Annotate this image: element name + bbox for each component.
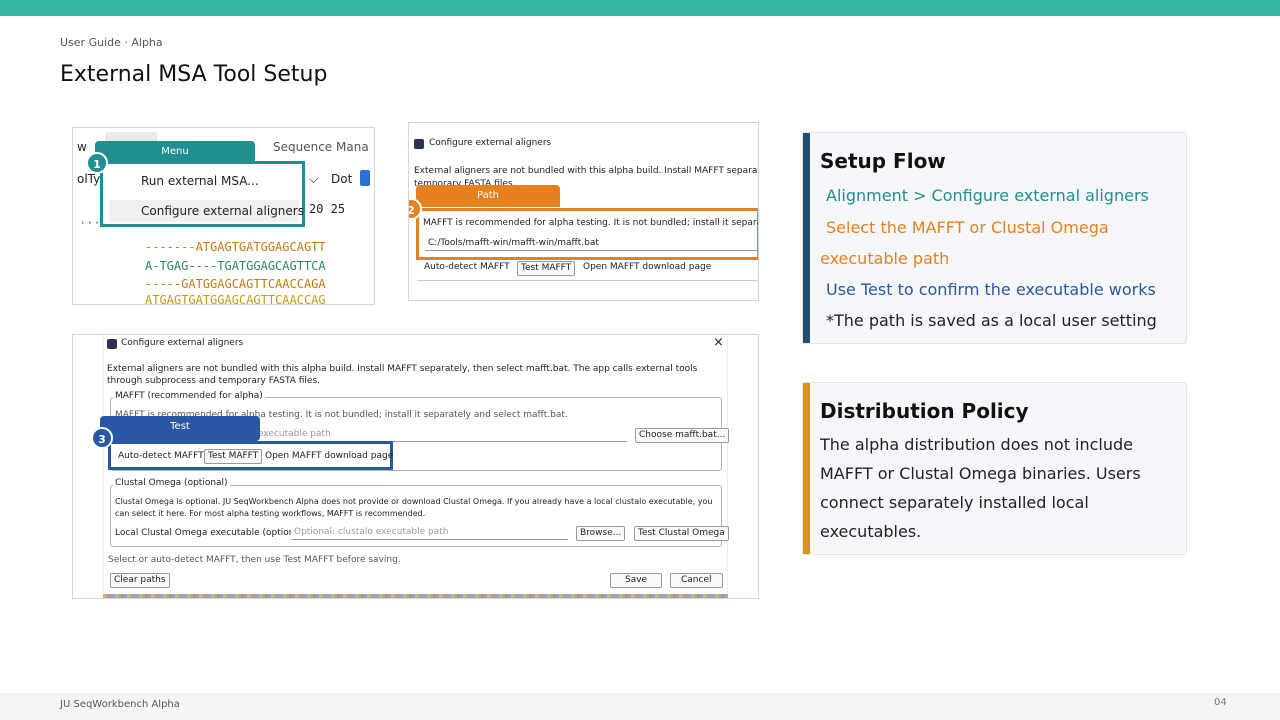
- app-icon: [414, 139, 424, 149]
- test-tag: Test: [100, 416, 260, 441]
- clear-paths-button[interactable]: Clear paths: [110, 573, 170, 588]
- mafft-group-label: MAFFT (recommended for alpha): [113, 391, 265, 401]
- step-number-badge: 1: [86, 152, 108, 174]
- clustal-group-label: Clustal Omega (optional): [113, 478, 230, 488]
- footer-bar: [0, 693, 1280, 720]
- menu-tag: Menu: [95, 141, 255, 163]
- sequence-strip: [103, 594, 728, 598]
- menu-item-run-msa[interactable]: Run external MSA...: [141, 174, 259, 188]
- dot-label: Dot: [331, 172, 353, 186]
- clustal-path-input[interactable]: Optional: clustalo executable path: [291, 526, 568, 540]
- divider: [417, 280, 758, 281]
- dialog-screenshot: Configure external aligners × External a…: [72, 334, 759, 599]
- description: External aligners are not bundled with t…: [414, 166, 759, 176]
- app-icon: [107, 339, 117, 349]
- window-title: Configure external aligners: [121, 338, 244, 348]
- test-mafft-button[interactable]: Test MAFFT: [517, 261, 576, 276]
- auto-detect-mafft-button[interactable]: Auto-detect MAFFT: [118, 451, 204, 461]
- auto-detect-mafft-button[interactable]: Auto-detect MAFFT: [424, 262, 510, 272]
- page-title: External MSA Tool Setup: [60, 62, 328, 87]
- menu-dropdown: Run external MSA... Configure external a…: [100, 161, 305, 227]
- footer-app-name: JU SeqWorkbench Alpha: [60, 699, 180, 710]
- sequence-row: A-TGAG----TGATGGAGCAGTTCA: [145, 259, 326, 273]
- setup-step-3: Use Test to confirm the executable works: [826, 280, 1156, 299]
- page-number: 04: [1214, 697, 1227, 708]
- menu-screenshot: w Sequence Mana olTyp ⌵ Dot 20 25 ······…: [72, 127, 375, 305]
- mafft-path-input[interactable]: executable path: [255, 428, 627, 442]
- setup-step-2-cont: executable path: [820, 249, 950, 268]
- path-highlight: MAFFT is recommended for alpha testing. …: [416, 208, 759, 260]
- clustal-label: Local Clustal Omega executable (optional…: [115, 528, 310, 538]
- setup-step-2: Select the MAFFT or Clustal Omega: [826, 218, 1109, 237]
- description: External aligners are not bundled with t…: [107, 364, 698, 386]
- policy-text: The alpha distribution does not include …: [820, 435, 1141, 541]
- cancel-button[interactable]: Cancel: [670, 573, 723, 588]
- step-number-badge: 3: [91, 427, 113, 449]
- close-icon[interactable]: ×: [713, 335, 724, 350]
- guide-label: User Guide · Alpha: [60, 36, 163, 49]
- chevron-down-icon[interactable]: ⌵: [309, 172, 318, 187]
- open-mafft-download-button[interactable]: Open MAFFT download page: [265, 451, 393, 461]
- hint-text: Select or auto-detect MAFFT, then use Te…: [108, 555, 401, 565]
- clustal-description: Clustal Omega is optional. JU SeqWorkben…: [115, 497, 713, 506]
- window-title: Configure external aligners: [429, 138, 552, 148]
- path-screenshot: Configure external aligners External ali…: [408, 122, 759, 301]
- test-clustal-button[interactable]: Test Clustal Omega: [634, 526, 729, 541]
- panel-accent-bar: [803, 133, 810, 343]
- top-accent-bar: [0, 0, 1280, 16]
- save-button[interactable]: Save: [610, 573, 663, 588]
- menu-item-configure-aligners[interactable]: Configure external aligners: [141, 204, 304, 218]
- browse-button[interactable]: Browse...: [576, 526, 626, 541]
- mafft-note: MAFFT is recommended for alpha testing. …: [423, 218, 759, 228]
- distribution-policy-panel: Distribution Policy The alpha distributi…: [802, 382, 1187, 555]
- setup-step-1: Alignment > Configure external aligners: [826, 186, 1149, 205]
- sequence-row: -------ATGAGTGATGGAGCAGTT: [145, 240, 326, 254]
- sequence-row: -----GATGGAGCAGTTCAACCAGA: [145, 277, 326, 291]
- sequence-row: ATGAGTGATGGAGCAGTTCAACCAG: [145, 293, 326, 305]
- test-mafft-button[interactable]: Test MAFFT: [204, 449, 263, 464]
- mafft-path-input[interactable]: C:/Tools/mafft-win/mafft-win/mafft.bat: [425, 237, 757, 251]
- setup-note: *The path is saved as a local user setti…: [826, 311, 1157, 330]
- path-tag: Path: [416, 185, 560, 207]
- choose-mafft-button[interactable]: Choose mafft.bat...: [635, 428, 730, 443]
- open-mafft-download-button[interactable]: Open MAFFT download page: [583, 262, 711, 272]
- policy-title: Distribution Policy: [820, 399, 1029, 423]
- setup-flow-title: Setup Flow: [820, 149, 946, 173]
- setup-flow-panel: Setup Flow Alignment > Configure externa…: [802, 132, 1187, 344]
- panel-accent-bar: [803, 383, 810, 554]
- ruler: 20 25: [309, 202, 346, 216]
- tab-sequence-manager[interactable]: Sequence Mana: [273, 140, 369, 154]
- clustal-description-cont: can select it here. For most alpha testi…: [115, 509, 426, 518]
